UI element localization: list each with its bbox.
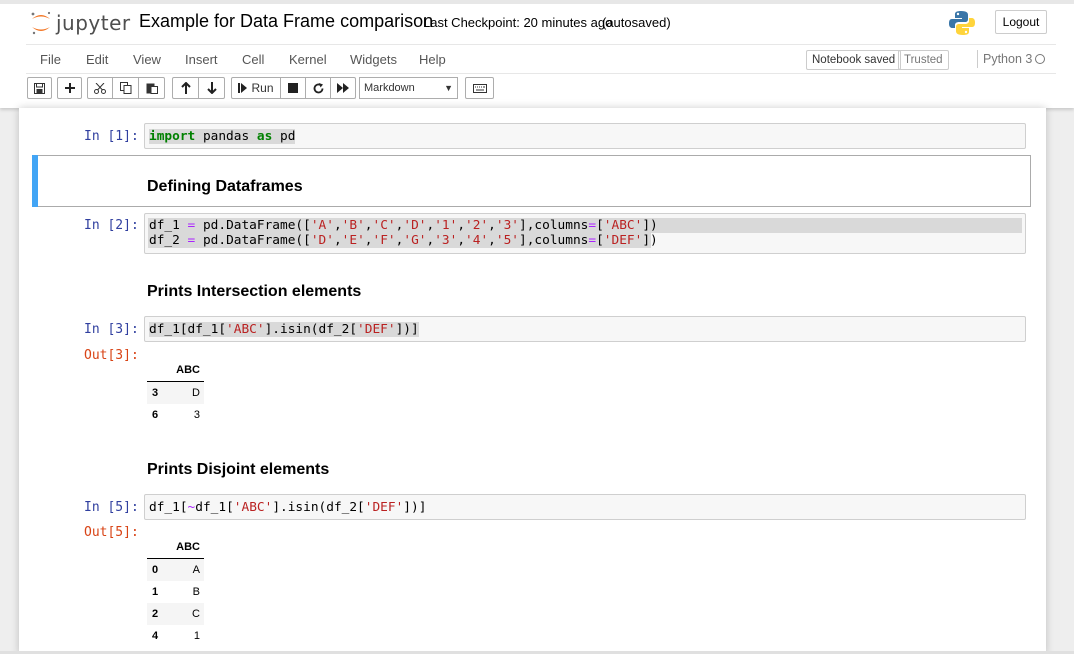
stop-icon — [288, 83, 298, 93]
run-button[interactable]: Run — [231, 77, 281, 99]
table-row: 2C — [147, 603, 204, 625]
code-cell-input[interactable]: df_1 = pd.DataFrame(['A','B','C','D','1'… — [144, 213, 1026, 254]
cut-button[interactable] — [87, 77, 113, 99]
column-header: ABC — [174, 359, 204, 382]
fast-forward-icon — [337, 83, 349, 93]
row-index: 6 — [152, 409, 159, 421]
code-cell-input[interactable]: import pandas as pd — [144, 123, 1026, 149]
save-icon — [34, 82, 45, 94]
jupyter-logo-icon — [31, 11, 51, 35]
index-header — [147, 536, 174, 559]
code-line: df_1[df_1['ABC'].isin(df_2['DEF'])] — [149, 322, 419, 337]
markdown-heading: Defining Dataframes — [147, 178, 303, 195]
checkpoint-status: Last Checkpoint: 20 minutes ago — [423, 15, 613, 30]
menu-help[interactable]: Help — [419, 52, 446, 67]
logout-button[interactable]: Logout — [995, 10, 1047, 34]
menu-file[interactable]: File — [40, 52, 61, 67]
row-index: 1 — [152, 586, 159, 598]
table-row: 1B — [147, 581, 204, 603]
run-icon — [238, 83, 248, 93]
code-cell-input[interactable]: df_1[~df_1['ABC'].isin(df_2['DEF'])] — [144, 494, 1026, 520]
code-line: df_2 = pd.DataFrame(['D','E','F','G','3'… — [149, 233, 658, 248]
menu-insert[interactable]: Insert — [185, 52, 218, 67]
menu-edit[interactable]: Edit — [86, 52, 108, 67]
input-prompt: In [5]: — [84, 500, 139, 515]
jupyter-logo[interactable]: jupyter — [30, 10, 131, 36]
keyboard-icon — [472, 83, 487, 93]
output-prompt: Out[3]: — [84, 348, 139, 363]
copy-icon — [119, 82, 131, 94]
notebook-saved-indicator: Notebook saved — [806, 50, 902, 70]
insert-cell-button[interactable] — [57, 77, 82, 99]
menu-widgets[interactable]: Widgets — [350, 52, 397, 67]
index-header — [147, 359, 174, 382]
row-index: 3 — [152, 387, 159, 399]
arrow-down-icon — [206, 82, 217, 94]
logo-text: jupyter — [56, 11, 131, 35]
cell-value: C — [192, 608, 200, 620]
toolbar: Run Markdown ▼ — [0, 77, 1074, 101]
plus-icon — [64, 83, 75, 93]
table-row: 3D — [147, 381, 204, 404]
cell-value: 1 — [193, 630, 200, 642]
dataframe-output: ABC 3D 63 — [147, 359, 204, 426]
interrupt-button[interactable] — [280, 77, 306, 99]
code-line: df_1[~df_1['ABC'].isin(df_2['DEF'])] — [149, 500, 427, 515]
kernel-separator — [977, 50, 978, 68]
menu-kernel[interactable]: Kernel — [289, 52, 327, 67]
cell-value: D — [192, 387, 200, 399]
cell-type-select[interactable]: Markdown ▼ — [359, 77, 458, 99]
copy-button[interactable] — [112, 77, 139, 99]
output-prompt: Out[5]: — [84, 525, 139, 540]
table-row: 0A — [147, 558, 204, 581]
column-header: ABC — [174, 536, 204, 559]
paste-icon — [146, 83, 158, 94]
command-palette-button[interactable] — [465, 77, 494, 99]
save-button[interactable] — [27, 77, 52, 99]
restart-run-all-button[interactable] — [330, 77, 356, 99]
input-prompt: In [1]: — [84, 129, 139, 144]
python-logo-icon — [949, 11, 975, 35]
dataframe-output: ABC 0A 1B 2C 41 — [147, 536, 204, 647]
arrow-up-icon — [180, 82, 191, 94]
kernel-name[interactable]: Python 3 — [983, 52, 1032, 66]
restart-icon — [313, 82, 323, 93]
trusted-button[interactable]: Trusted — [898, 50, 949, 70]
cell-value: 3 — [193, 409, 200, 421]
table-row: 41 — [147, 625, 204, 647]
code-cell-input[interactable]: df_1[df_1['ABC'].isin(df_2['DEF'])] — [144, 316, 1026, 342]
markdown-heading: Prints Intersection elements — [147, 283, 362, 300]
cell-value: B — [192, 586, 200, 598]
code-line: import pandas as pd — [149, 129, 296, 144]
kernel-idle-icon — [1035, 54, 1045, 64]
menu-view[interactable]: View — [133, 52, 161, 67]
menu-cell[interactable]: Cell — [242, 52, 264, 67]
selection-indicator — [32, 155, 38, 207]
run-label: Run — [251, 81, 274, 95]
row-index: 0 — [152, 564, 159, 576]
move-up-button[interactable] — [172, 77, 199, 99]
markdown-heading: Prints Disjoint elements — [147, 461, 330, 478]
paste-button[interactable] — [138, 77, 165, 99]
menubar: File Edit View Insert Cell Kernel Widget… — [26, 44, 1056, 74]
cell-value: A — [192, 564, 200, 576]
restart-button[interactable] — [305, 77, 331, 99]
autosave-status: (autosaved) — [602, 15, 671, 30]
code-line: df_1 = pd.DataFrame(['A','B','C','D','1'… — [149, 218, 658, 233]
move-down-button[interactable] — [198, 77, 225, 99]
header: jupyter Example for Data Frame compariso… — [0, 0, 1074, 108]
cell-type-value: Markdown — [364, 82, 415, 94]
notebook-title[interactable]: Example for Data Frame comparison — [139, 11, 433, 32]
row-index: 2 — [152, 608, 159, 620]
input-prompt: In [3]: — [84, 322, 139, 337]
chevron-down-icon: ▼ — [444, 83, 453, 93]
input-prompt: In [2]: — [84, 218, 139, 233]
table-row: 63 — [147, 404, 204, 426]
cut-icon — [94, 82, 106, 94]
header-top-line — [0, 0, 1074, 4]
row-index: 4 — [152, 630, 159, 642]
